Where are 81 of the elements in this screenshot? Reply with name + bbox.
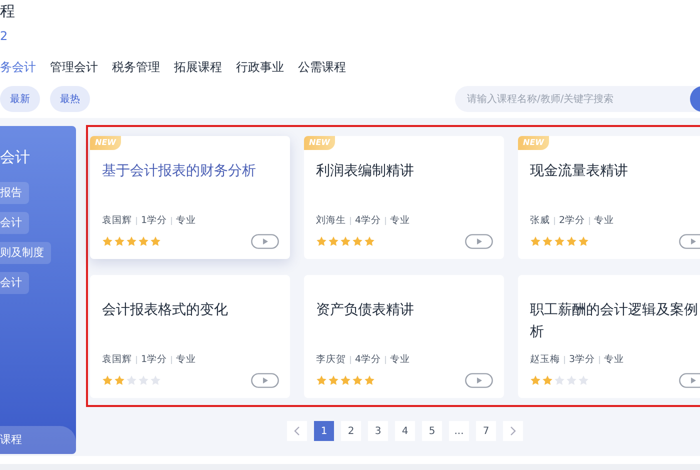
- category-tab[interactable]: 公需课程: [298, 58, 346, 76]
- star-icon: [102, 375, 113, 386]
- star-icon: [554, 236, 565, 247]
- course-meta: 袁国辉 1学分 专业: [102, 214, 196, 228]
- course-title[interactable]: 现金流量表精讲: [530, 160, 700, 182]
- page-button[interactable]: 7: [476, 421, 496, 441]
- page-button[interactable]: 2: [341, 421, 361, 441]
- course-card[interactable]: NEW 基于会计报表的财务分析 袁国辉 1学分 专业: [90, 136, 290, 259]
- course-card[interactable]: 职工薪酬的会计逻辑及案例 析 赵玉梅 3学分 专业: [518, 275, 700, 398]
- star-icon: [150, 375, 161, 386]
- page-button[interactable]: 5: [422, 421, 442, 441]
- previous-page-button[interactable]: [287, 421, 307, 441]
- star-icon: [340, 236, 351, 247]
- star-icon: [542, 375, 553, 386]
- star-icon: [530, 236, 541, 247]
- star-icon: [138, 236, 149, 247]
- category-tab[interactable]: 拓展课程: [174, 58, 222, 76]
- course-title[interactable]: 利润表编制精讲: [316, 160, 506, 182]
- search-field[interactable]: 请输入课程名称/教师/关键字搜索: [455, 86, 700, 112]
- star-icon: [530, 375, 541, 386]
- star-icon: [340, 375, 351, 386]
- play-button[interactable]: [251, 373, 279, 388]
- star-icon: [364, 375, 375, 386]
- sidebar-title: 会计: [0, 147, 30, 168]
- course-meta: 赵玉梅 3学分 专业: [530, 353, 624, 367]
- course-count: 2: [0, 28, 8, 45]
- page-button[interactable]: 3: [368, 421, 388, 441]
- star-icon: [114, 236, 125, 247]
- category-tab[interactable]: 行政事业: [236, 58, 284, 76]
- page-title: 程: [0, 1, 15, 22]
- page-button[interactable]: ...: [449, 421, 469, 441]
- chevron-left-icon: [294, 426, 300, 436]
- star-icon: [554, 375, 565, 386]
- star-icon: [566, 375, 577, 386]
- star-icon: [566, 236, 577, 247]
- page-button[interactable]: 1: [314, 421, 334, 441]
- new-badge: NEW: [518, 136, 549, 150]
- play-button[interactable]: [251, 234, 279, 249]
- course-title[interactable]: 资产负债表精讲: [316, 299, 506, 321]
- course-card[interactable]: 会计报表格式的变化 袁国辉 1学分 专业: [90, 275, 290, 398]
- course-meta: 李庆贺 4学分 专业: [316, 353, 410, 367]
- star-icon: [578, 236, 589, 247]
- star-icon: [352, 375, 363, 386]
- star-icon: [316, 375, 327, 386]
- sidebar-footer-item[interactable]: 课程: [0, 426, 76, 454]
- course-title[interactable]: 基于会计报表的财务分析: [102, 160, 292, 182]
- course-card[interactable]: NEW 利润表编制精讲 刘海生 4学分 专业: [304, 136, 504, 259]
- chevron-right-icon: [510, 426, 516, 436]
- next-page-button[interactable]: [503, 421, 523, 441]
- star-icon: [352, 236, 363, 247]
- category-tab[interactable]: 管理会计: [50, 58, 98, 76]
- star-icon: [126, 236, 137, 247]
- sort-button[interactable]: 最新: [0, 86, 40, 112]
- star-icon: [328, 375, 339, 386]
- category-tab[interactable]: 税务管理: [112, 58, 160, 76]
- star-icon: [542, 236, 553, 247]
- page-button[interactable]: 4: [395, 421, 415, 441]
- star-icon: [102, 236, 113, 247]
- course-meta: 袁国辉 1学分 专业: [102, 353, 196, 367]
- play-button[interactable]: [679, 234, 700, 249]
- course-meta: 张威 2学分 专业: [530, 214, 614, 228]
- category-tab[interactable]: 务会计: [0, 58, 36, 76]
- star-icon: [328, 236, 339, 247]
- star-icon: [364, 236, 375, 247]
- star-icon: [316, 236, 327, 247]
- new-badge: NEW: [304, 136, 335, 150]
- course-title[interactable]: 职工薪酬的会计逻辑及案例 析: [530, 299, 700, 343]
- star-icon: [578, 375, 589, 386]
- new-badge: NEW: [90, 136, 121, 150]
- star-icon: [138, 375, 149, 386]
- play-button[interactable]: [465, 234, 493, 249]
- star-icon: [150, 236, 161, 247]
- course-title[interactable]: 会计报表格式的变化: [102, 299, 292, 321]
- play-button[interactable]: [679, 373, 700, 388]
- course-card[interactable]: NEW 现金流量表精讲 张威 2学分 专业: [518, 136, 700, 259]
- course-meta: 刘海生 4学分 专业: [316, 214, 410, 228]
- star-icon: [114, 375, 125, 386]
- play-button[interactable]: [465, 373, 493, 388]
- star-icon: [126, 375, 137, 386]
- sort-button[interactable]: 最热: [50, 86, 90, 112]
- course-card[interactable]: 资产负债表精讲 李庆贺 4学分 专业: [304, 275, 504, 398]
